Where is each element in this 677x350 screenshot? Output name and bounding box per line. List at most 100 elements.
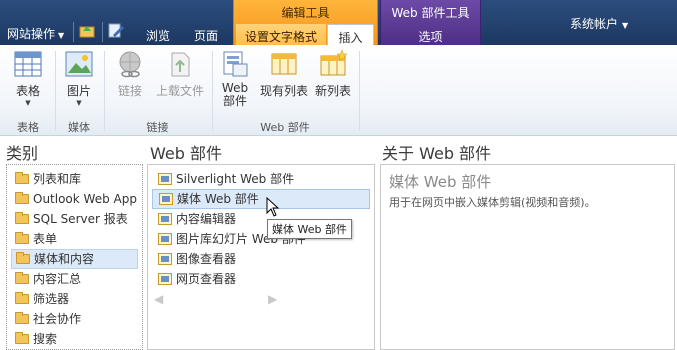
- existing-list-button[interactable]: 现有列表: [258, 49, 310, 99]
- web-part-item[interactable]: Silverlight Web 部件: [152, 169, 370, 189]
- categories-panel: 列表和库 Outlook Web App SQL Server 报表 表单 媒体…: [6, 164, 143, 350]
- category-item[interactable]: Outlook Web App: [11, 189, 138, 209]
- category-label: 搜索: [33, 332, 58, 346]
- new-list-label: 新列表: [314, 84, 351, 98]
- tab-insert[interactable]: 插入: [327, 24, 374, 46]
- new-list-icon: [320, 49, 348, 76]
- folder-icon: [16, 252, 30, 264]
- web-part-item-selected[interactable]: 媒体 Web 部件: [152, 189, 370, 209]
- chevron-down-icon: ▼: [25, 99, 31, 107]
- next-arrow-icon[interactable]: ▶: [268, 292, 277, 306]
- group-divider: [104, 51, 105, 131]
- folder-icon: [15, 292, 29, 304]
- web-part-label-line2: 部件: [222, 94, 247, 108]
- previous-arrow-icon[interactable]: ◀: [154, 292, 163, 306]
- web-part-label: 媒体 Web 部件: [177, 192, 259, 206]
- editing-tools-title: 编辑工具: [281, 6, 330, 20]
- mouse-cursor-icon: [266, 197, 280, 217]
- categories-list: 列表和库 Outlook Web App SQL Server 报表 表单 媒体…: [11, 169, 138, 349]
- account-name: 系统帐户: [570, 17, 619, 31]
- table-button[interactable]: 表格 ▼: [8, 49, 48, 107]
- folder-icon: [15, 272, 29, 284]
- category-item-selected[interactable]: 媒体和内容: [11, 249, 138, 269]
- ribbon: 表格 ▼ 表格 图片 ▼ 媒体 链接 上载文件 链接 Web 部件 现有列表 新…: [0, 45, 677, 136]
- web-part-tools-title: Web 部件工具: [391, 6, 470, 20]
- group-label-links: 链接: [146, 121, 169, 134]
- about-title: 关于 Web 部件: [382, 144, 492, 163]
- folder-icon: [15, 312, 29, 324]
- web-part-label: Silverlight Web 部件: [176, 172, 295, 186]
- top-navigation-bar: 网站操作 ▼ 浏览 页面 编辑工具 设置文字格式 插入 Web 部件工具 选项 系…: [0, 0, 677, 46]
- chevron-down-icon: ▼: [58, 31, 65, 40]
- folder-icon: [15, 172, 29, 184]
- category-item[interactable]: 列表和库: [11, 169, 138, 189]
- upload-file-button[interactable]: 上载文件: [153, 49, 207, 99]
- category-label: 社会协作: [33, 312, 82, 326]
- category-item[interactable]: 筛选器: [11, 289, 138, 309]
- group-label-table: 表格: [17, 121, 39, 134]
- web-part-label: 网页查看器: [176, 272, 237, 286]
- tab-page[interactable]: 页面: [184, 24, 228, 45]
- account-menu[interactable]: 系统帐户 ▼: [570, 15, 628, 32]
- group-label-media: 媒体: [68, 121, 90, 134]
- navigate-up-icon[interactable]: [78, 22, 96, 39]
- divider: [102, 22, 103, 42]
- tab-format-text[interactable]: 设置文字格式: [236, 24, 326, 45]
- existing-list-label: 现有列表: [259, 84, 308, 98]
- folder-icon: [15, 212, 29, 224]
- web-part-icon: [158, 173, 172, 185]
- chevron-down-icon: ▼: [76, 99, 82, 107]
- table-icon: [14, 51, 42, 77]
- about-panel: 媒体 Web 部件 用于在网页中嵌入媒体剪辑(视频和音频)。: [380, 164, 675, 350]
- tab-options[interactable]: 选项: [380, 24, 481, 45]
- tab-browse[interactable]: 浏览: [136, 24, 180, 45]
- web-part-item[interactable]: 图像查看器: [152, 249, 370, 269]
- new-list-button[interactable]: 新列表: [312, 49, 354, 99]
- category-label: 媒体和内容: [34, 252, 95, 266]
- link-globe-icon: [119, 51, 141, 78]
- web-part-label-line1: Web: [221, 81, 249, 95]
- web-part-icon: [223, 51, 248, 77]
- existing-list-icon: [271, 53, 297, 75]
- category-item[interactable]: 社会协作: [11, 309, 138, 329]
- group-divider: [55, 51, 56, 131]
- category-label: 内容汇总: [33, 272, 82, 286]
- web-part-button[interactable]: Web 部件: [216, 49, 254, 108]
- about-web-part-name: 媒体 Web 部件: [389, 173, 492, 191]
- group-label-web-parts: Web 部件: [260, 121, 310, 134]
- categories-title: 类别: [6, 144, 39, 163]
- picture-label: 图片: [66, 84, 91, 98]
- category-item[interactable]: 搜索: [11, 329, 138, 349]
- category-item[interactable]: 表单: [11, 229, 138, 249]
- divider: [73, 22, 74, 42]
- web-part-label: 图像查看器: [176, 252, 237, 266]
- category-label: Outlook Web App: [33, 192, 137, 206]
- chevron-down-icon: ▼: [622, 21, 629, 30]
- edit-page-icon[interactable]: [107, 22, 125, 39]
- pagination-arrows: ◀ ▶: [154, 292, 284, 306]
- web-parts-panel: Silverlight Web 部件 媒体 Web 部件 内容编辑器 图片库幻灯…: [147, 164, 375, 350]
- category-item[interactable]: 内容汇总: [11, 269, 138, 289]
- category-item[interactable]: SQL Server 报表: [11, 209, 138, 229]
- web-part-label: 内容编辑器: [176, 212, 237, 226]
- web-part-item[interactable]: 网页查看器: [152, 269, 370, 289]
- image-viewer-icon: [158, 253, 172, 265]
- web-part-icon: [158, 233, 172, 245]
- web-part-icon: [158, 213, 172, 225]
- picture-icon: [65, 51, 93, 77]
- category-label: SQL Server 报表: [33, 212, 128, 226]
- web-parts-title: Web 部件: [150, 144, 222, 163]
- about-web-part-description: 用于在网页中嵌入媒体剪辑(视频和音频)。: [389, 196, 596, 209]
- group-divider: [359, 51, 360, 131]
- site-actions-menu[interactable]: 网站操作 ▼: [7, 25, 64, 42]
- folder-icon: [15, 332, 29, 344]
- link-button[interactable]: 链接: [110, 49, 150, 99]
- web-part-icon: [159, 193, 173, 205]
- upload-file-icon: [171, 52, 190, 77]
- table-label: 表格: [15, 84, 40, 98]
- category-label: 表单: [33, 232, 58, 246]
- folder-icon: [15, 232, 29, 244]
- page-viewer-icon: [158, 273, 172, 285]
- upload-file-label: 上载文件: [155, 84, 204, 98]
- picture-button[interactable]: 图片 ▼: [60, 49, 98, 107]
